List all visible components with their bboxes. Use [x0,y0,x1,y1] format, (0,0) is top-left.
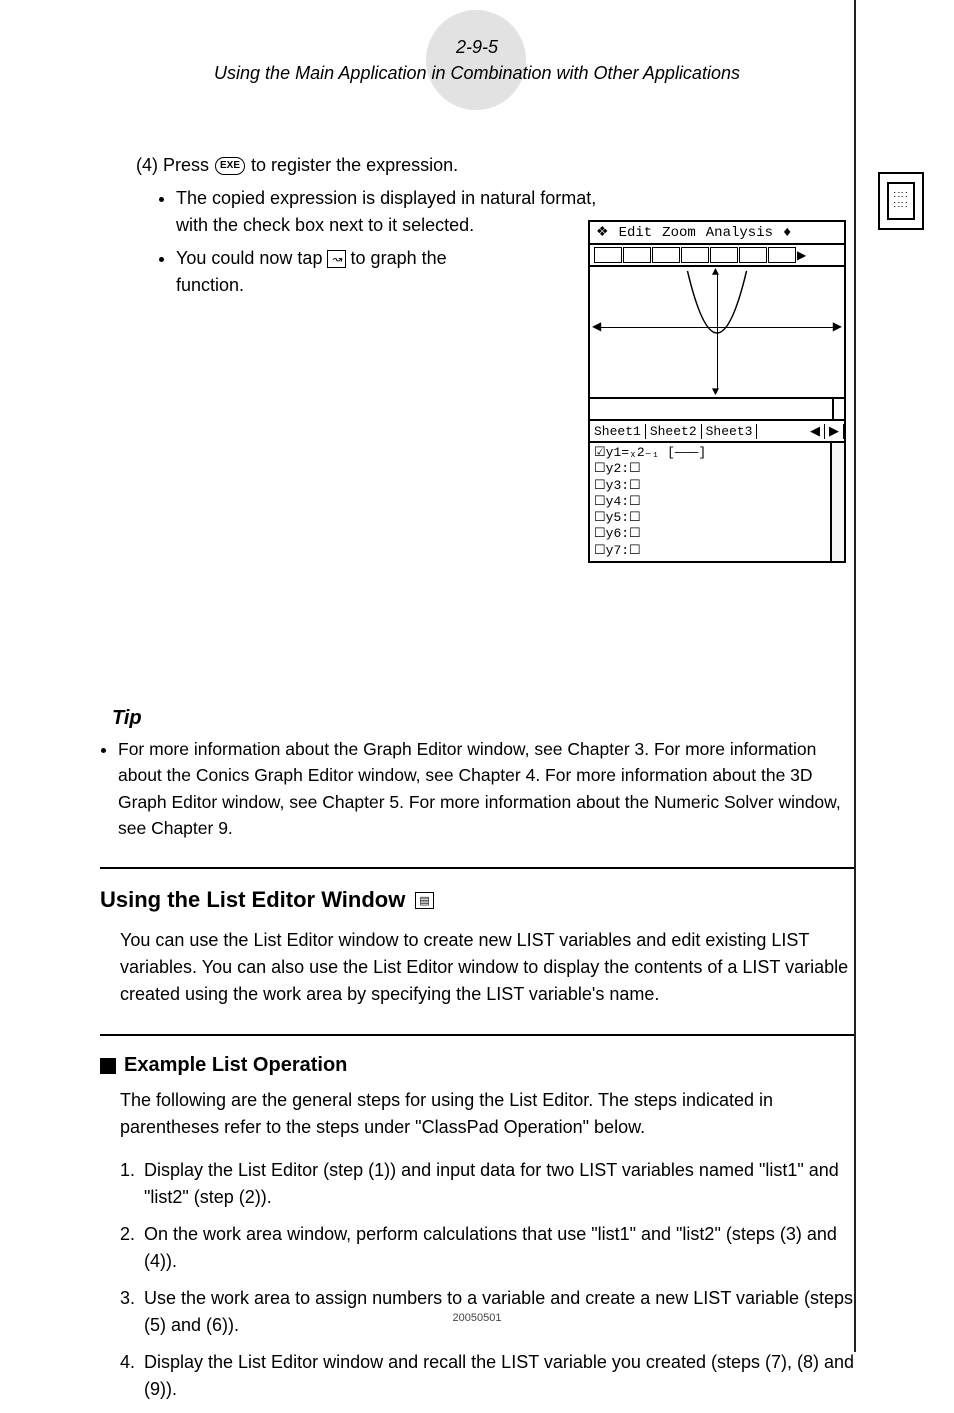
step4-after: to register the expression. [251,152,458,179]
tip-heading: Tip [112,707,854,730]
example-heading-row: Example List Operation [100,1054,854,1077]
down-arrow-icon: ▼ [712,385,719,399]
example-step-2-text: On the work area window, perform calcula… [144,1221,854,1275]
y7-row: ☐y7:☐ [594,543,840,559]
bullet-2-before: You could now tap [176,248,322,268]
screenshot-menubar: ❖ Edit Zoom Analysis ♦ [588,220,846,245]
list-editor-heading: Using the List Editor Window [100,887,405,913]
device-screenshot: ❖ Edit Zoom Analysis ♦ ▶ [588,220,846,563]
list-editor-heading-row: Using the List Editor Window ▤ [100,887,854,913]
example-step-1-text: Display the List Editor (step (1)) and i… [144,1157,854,1211]
example-step-4: 4.Display the List Editor window and rec… [120,1349,854,1403]
example-step-4-text: Display the List Editor window and recal… [144,1349,854,1403]
y6-row: ☐y6:☐ [594,526,840,542]
toolbar-right-arrow-icon: ▶ [797,248,806,263]
screenshot-ylist: ☑y1=ₓ2₋₁ [———] ☐y2:☐ ☐y3:☐ ☐y4:☐ ☐y5:☐ ☐… [588,443,846,563]
example-steps-list: 1.Display the List Editor (step (1)) and… [120,1157,854,1403]
screenshot-input-line [588,399,846,421]
menu-logo-icon: ❖ [596,224,609,241]
bullet-2: You could now tap ↝ to graph the functio… [176,245,516,299]
example-heading: Example List Operation [124,1054,347,1077]
right-margin-rule [854,0,856,1352]
menu-analysis: Analysis [706,225,773,241]
page-ref: 2-9-5 [100,34,854,60]
y5-row: ☐y5:☐ [594,510,840,526]
tool-1-icon [594,247,622,263]
input-scroll-knob [832,397,846,421]
tool-6-icon [739,247,767,263]
y2-row: ☐y2:☐ [594,461,840,477]
screenshot-sheet-tabs: Sheet1 Sheet2 Sheet3 ◀ ▶ [588,421,846,443]
example-step-2: 2.On the work area window, perform calcu… [120,1221,854,1275]
ylist-scrollbar [830,443,844,561]
tab-sheet2: Sheet2 [646,424,702,439]
tool-5-icon [710,247,738,263]
tool-4-icon [681,247,709,263]
parabola-curve [590,267,844,397]
tool-7-icon [768,247,796,263]
tab-sheet1: Sheet1 [590,424,646,439]
tip-text: For more information about the Graph Edi… [118,736,854,841]
tab-sheet3: Sheet3 [702,424,758,439]
menu-edit: Edit [619,225,653,241]
side-tab-icon: ∷∷∷∷ [878,172,924,230]
tab-right-icon: ▶ [825,424,844,439]
example-intro: The following are the general steps for … [120,1087,854,1141]
menu-zoom: Zoom [662,225,696,241]
example-step-1: 1.Display the List Editor (step (1)) and… [120,1157,854,1211]
y1-row: ☑y1=ₓ2₋₁ [———] [594,445,840,461]
footer-code: 20050501 [0,1312,954,1324]
page-title: Using the Main Application in Combinatio… [100,60,854,86]
left-arrow-icon: ◀ [592,319,601,334]
tip-block: Tip For more information about the Graph… [100,707,854,841]
tool-2-icon [623,247,651,263]
tool-3-icon [652,247,680,263]
screenshot-graph-area: ◀ ▶ ▲ ▼ [588,267,846,399]
y3-row: ☐y3:☐ [594,478,840,494]
step4-before: (4) Press [136,152,209,179]
list-editor-window-icon: ▤ [415,892,434,909]
divider-1 [100,867,854,869]
graph-button-icon: ↝ [327,250,345,268]
step-4-line: (4) Press EXE to register the expression… [136,152,854,179]
exe-key-icon: EXE [215,157,245,175]
y4-row: ☐y4:☐ [594,494,840,510]
up-arrow-icon: ▲ [712,265,719,279]
menu-more-icon: ♦ [783,225,791,241]
black-square-icon [100,1058,116,1074]
screenshot-toolbar: ▶ [588,245,846,267]
page-header: 2-9-5 Using the Main Application in Comb… [100,34,854,86]
divider-2 [100,1034,854,1036]
right-arrow-icon: ▶ [833,319,842,334]
bullet-1: The copied expression is displayed in na… [176,185,606,239]
tab-left-icon: ◀ [806,424,825,439]
list-editor-para: You can use the List Editor window to cr… [120,927,854,1008]
